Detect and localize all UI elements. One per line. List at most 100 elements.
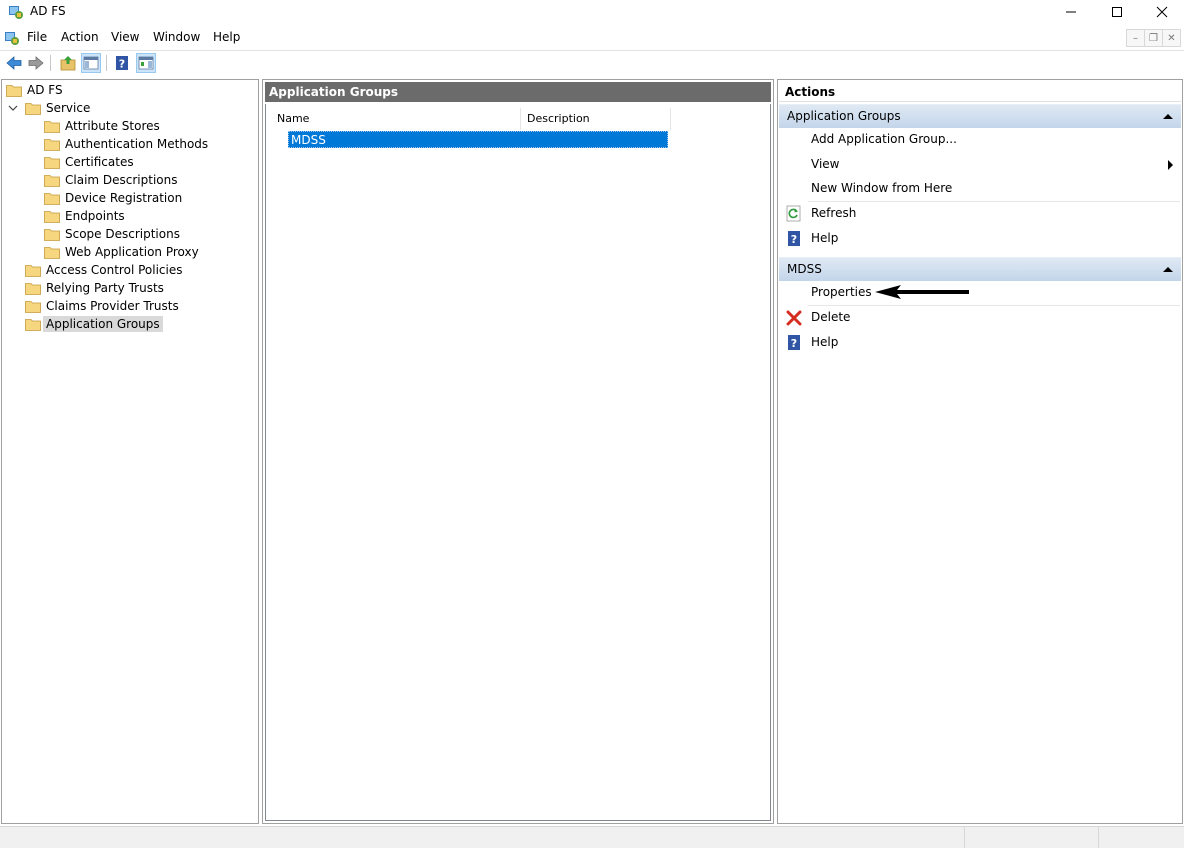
status-bar [0, 826, 1184, 848]
forward-button[interactable] [26, 53, 46, 73]
actions-pane-title: Actions [779, 81, 1181, 102]
back-arrow-icon [6, 56, 22, 70]
help-button[interactable]: ? [112, 53, 132, 73]
svg-text:?: ? [791, 337, 797, 350]
tree-node-claim-descriptions[interactable]: Claim Descriptions [44, 171, 181, 189]
menu-help[interactable]: Help [213, 30, 240, 44]
up-one-level-button[interactable] [58, 53, 78, 73]
tree-node-label: Scope Descriptions [65, 227, 180, 241]
menu-action[interactable]: Action [61, 30, 99, 44]
action-label: Help [811, 335, 839, 349]
actions-section-application-groups[interactable]: Application Groups [779, 104, 1181, 128]
tree-node-label: Certificates [65, 155, 134, 169]
folder-icon [44, 228, 60, 241]
results-pane-title: Application Groups [265, 82, 771, 102]
maximize-icon [1112, 7, 1122, 17]
action-help[interactable]: ? Help [779, 227, 1181, 251]
tree-node-access-control-policies[interactable]: Access Control Policies [25, 261, 185, 279]
title-bar: AD FS [0, 0, 1184, 24]
toolbar-separator [50, 55, 51, 71]
folder-icon [6, 84, 22, 97]
submenu-arrow-icon [1168, 160, 1173, 170]
tree-node-adfs[interactable]: AD FS [6, 81, 66, 99]
console-icon[interactable] [4, 30, 20, 46]
minimize-icon [1066, 11, 1076, 13]
child-minimize-icon[interactable]: – [1126, 29, 1145, 47]
action-label: Properties [811, 285, 872, 299]
tree-node-label: Claim Descriptions [65, 173, 178, 187]
forward-arrow-icon [28, 56, 44, 70]
tree-node-application-groups[interactable]: Application Groups [25, 315, 163, 333]
tree-node-label: Relying Party Trusts [46, 281, 164, 295]
tree-node-scope-descriptions[interactable]: Scope Descriptions [44, 225, 183, 243]
status-segment [964, 827, 1098, 848]
tree-node-label: Application Groups [43, 316, 163, 332]
tree-node-attribute-stores[interactable]: Attribute Stores [44, 117, 163, 135]
show-hide-tree-icon [83, 56, 99, 70]
folder-icon [44, 192, 60, 205]
adfs-icon [9, 6, 23, 19]
folder-icon [44, 120, 60, 133]
svg-text:?: ? [119, 58, 125, 71]
help-icon: ? [788, 335, 800, 350]
action-label: Add Application Group... [811, 132, 957, 146]
action-refresh[interactable]: Refresh [779, 202, 1181, 226]
column-header-description[interactable]: Description [521, 108, 671, 130]
menu-view[interactable]: View [111, 30, 139, 44]
svg-text:?: ? [791, 233, 797, 246]
maximize-button[interactable] [1094, 0, 1140, 24]
folder-icon [44, 246, 60, 259]
annotation-arrow-icon [875, 285, 969, 299]
folder-icon [25, 264, 41, 277]
folder-icon [25, 300, 41, 313]
chevron-down-icon[interactable] [8, 103, 18, 113]
tree-node-service[interactable]: Service [25, 99, 93, 117]
folder-icon [25, 282, 41, 295]
tree-node-label: AD FS [27, 83, 63, 97]
menu-file[interactable]: File [27, 30, 47, 44]
close-icon [1156, 6, 1168, 18]
application-groups-list[interactable]: Name Description MDSS [265, 104, 771, 821]
action-help-mdss[interactable]: ? Help [779, 331, 1181, 355]
child-close-icon[interactable]: ✕ [1162, 29, 1181, 47]
action-new-window[interactable]: New Window from Here [779, 177, 1181, 201]
tree-node-claims-provider-trusts[interactable]: Claims Provider Trusts [25, 297, 182, 315]
tree-node-endpoints[interactable]: Endpoints [44, 207, 128, 225]
actions-pane: Actions Application Groups Add Applicati… [777, 79, 1183, 824]
action-properties[interactable]: Properties [779, 281, 1181, 305]
tree-node-certificates[interactable]: Certificates [44, 153, 137, 171]
action-view[interactable]: View [779, 153, 1181, 177]
tree-node-authentication-methods[interactable]: Authentication Methods [44, 135, 211, 153]
results-pane: Application Groups Name Description MDSS [262, 79, 774, 824]
toolbar: ? [0, 50, 1184, 74]
folder-icon [44, 210, 60, 223]
action-add-application-group[interactable]: Add Application Group... [779, 128, 1181, 152]
tree-node-device-registration[interactable]: Device Registration [44, 189, 185, 207]
adfs-management-window: AD FS File Action View Window Help – ❐ ✕ [0, 0, 1184, 848]
folder-icon [25, 318, 41, 331]
actions-section-mdss[interactable]: MDSS [779, 257, 1181, 281]
tree-node-label: Access Control Policies [46, 263, 183, 277]
tree-node-relying-party-trusts[interactable]: Relying Party Trusts [25, 279, 167, 297]
action-delete[interactable]: Delete [779, 306, 1181, 330]
action-label: Help [811, 231, 839, 245]
minimize-button[interactable] [1048, 0, 1094, 24]
delete-x-icon [786, 310, 802, 326]
section-title: Application Groups [787, 109, 901, 123]
column-header-name[interactable]: Name [271, 108, 521, 130]
section-title: MDSS [787, 262, 822, 276]
menu-window[interactable]: Window [153, 30, 200, 44]
tree-node-label: Attribute Stores [65, 119, 160, 133]
folder-icon [44, 156, 60, 169]
tree-node-web-application-proxy[interactable]: Web Application Proxy [44, 243, 202, 261]
child-restore-icon[interactable]: ❐ [1144, 29, 1163, 47]
tree-node-label: Service [46, 101, 91, 115]
back-button[interactable] [4, 53, 24, 73]
menu-bar: File Action View Window Help – ❐ ✕ [0, 27, 1184, 49]
list-item-mdss[interactable]: MDSS [288, 131, 668, 148]
show-hide-console-tree-button[interactable] [81, 53, 101, 73]
show-hide-action-pane-button[interactable] [136, 53, 156, 73]
tree-node-label: Web Application Proxy [65, 245, 199, 259]
close-button[interactable] [1139, 0, 1184, 24]
folder-icon [44, 174, 60, 187]
